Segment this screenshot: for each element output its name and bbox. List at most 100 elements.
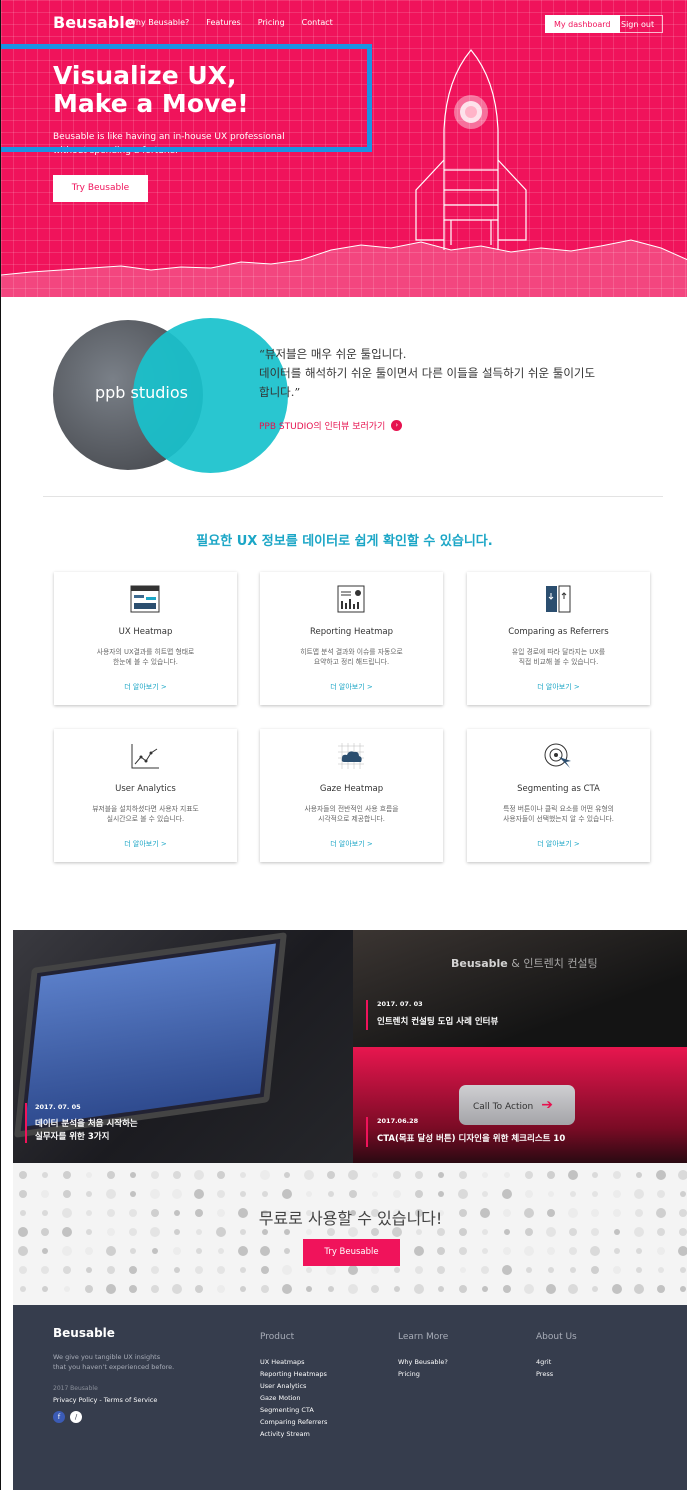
pattern-dot xyxy=(636,1172,642,1178)
pattern-dot xyxy=(348,1265,358,1275)
pattern-dot xyxy=(194,1189,204,1199)
learn-more-link[interactable]: 더 알아보기 > xyxy=(467,839,650,849)
slash-icon[interactable]: / xyxy=(70,1411,82,1423)
pattern-dot xyxy=(614,1248,620,1254)
pattern-dot xyxy=(240,1286,246,1292)
call-to-action-image-button: Call To Action ➔ xyxy=(459,1085,575,1125)
footer-link[interactable]: 4grit xyxy=(536,1356,577,1368)
pattern-dot xyxy=(570,1267,576,1273)
page: Beusable Why Beusable? Features Pricing … xyxy=(0,0,687,1490)
post-title-line1: 데이터 분석을 처음 시작하는 xyxy=(35,1119,138,1129)
post-title[interactable]: 데이터 분석을 처음 시작하는 실무자를 위한 3가지 xyxy=(35,1118,138,1144)
interview-link[interactable]: PPB STUDIO의 인터뷰 보러가기 › xyxy=(259,419,403,432)
footer-col-heading: Learn More xyxy=(398,1332,449,1342)
learn-more-link[interactable]: 더 알아보기 > xyxy=(467,682,650,692)
pattern-dot xyxy=(129,1228,137,1236)
learn-more-link[interactable]: 더 알아보기 > xyxy=(54,839,237,849)
pattern-dot xyxy=(393,1171,401,1179)
footer-link[interactable]: Gaze Motion xyxy=(260,1392,327,1404)
footer-link[interactable]: Why Beusable? xyxy=(398,1356,448,1368)
pattern-dot xyxy=(106,1189,116,1199)
pattern-dot xyxy=(569,1247,577,1255)
pattern-dot xyxy=(238,1246,248,1256)
my-dashboard-button[interactable]: My dashboard xyxy=(545,15,620,33)
sign-out-button[interactable]: Sign out xyxy=(612,15,664,33)
blog-post-intrench[interactable] xyxy=(353,930,687,1047)
nav-link-contact[interactable]: Contact xyxy=(302,18,333,27)
pattern-dot xyxy=(437,1247,445,1255)
feature-card-reporting-heatmap[interactable]: Reporting Heatmap 히트맵 분석 결과와 이슈를 자동으로 요약하… xyxy=(260,572,443,705)
beusable-logo[interactable]: Beusable xyxy=(53,13,136,32)
pattern-dot xyxy=(152,1248,158,1254)
nav-link-why[interactable]: Why Beusable? xyxy=(128,18,189,27)
pattern-dot xyxy=(41,1266,49,1274)
footer-link[interactable]: UX Heatmaps xyxy=(260,1356,327,1368)
pattern-dot xyxy=(657,1228,665,1236)
learn-more-link[interactable]: 더 알아보기 > xyxy=(54,682,237,692)
free-signup-section: 무료로 사용할 수 있습니다! Try Beusable xyxy=(13,1163,687,1305)
pattern-dot xyxy=(634,1284,644,1294)
footer-col-learn: Learn More Why Beusable? Pricing xyxy=(398,1332,448,1380)
pattern-dot xyxy=(636,1267,642,1273)
pattern-dot xyxy=(371,1285,379,1293)
pattern-dot xyxy=(591,1228,599,1236)
hero-try-button[interactable]: Try Beusable xyxy=(53,175,148,202)
nav-link-pricing[interactable]: Pricing xyxy=(258,18,285,27)
policy-links[interactable]: Privacy Policy - Terms of Service xyxy=(53,1396,157,1404)
pattern-dot xyxy=(129,1266,137,1274)
pattern-dot xyxy=(414,1284,424,1294)
facebook-icon[interactable]: f xyxy=(53,1411,65,1423)
pattern-dot xyxy=(304,1170,314,1180)
intrench-tag-rest: & 인트렌치 컨설팅 xyxy=(507,957,598,970)
feature-card-segmenting-cta[interactable]: Segmenting as CTA 특정 버튼이나 클릭 요소를 어떤 유형의 사… xyxy=(467,729,650,862)
card-desc-line1: 뷰저블을 설치하셨다면 사용자 지표도 xyxy=(92,805,199,813)
feature-card-user-analytics[interactable]: User Analytics 뷰저블을 설치하셨다면 사용자 지표도 실시간으로 … xyxy=(54,729,237,862)
footer-link[interactable]: Pricing xyxy=(398,1368,448,1380)
pattern-dot xyxy=(196,1248,202,1254)
feature-card-ux-heatmap[interactable]: UX Heatmap 사용자의 UX결과를 히트맵 형태로 한눈에 볼 수 있습니… xyxy=(54,572,237,705)
card-desc-line2: 요약하고 정리 해드립니다. xyxy=(313,658,390,666)
pattern-dot xyxy=(107,1228,115,1236)
interview-link-label: PPB STUDIO의 인터뷰 보러가기 xyxy=(259,422,386,432)
nav-link-features[interactable]: Features xyxy=(206,18,240,27)
pattern-dot xyxy=(679,1228,687,1236)
pattern-dot xyxy=(150,1189,160,1199)
pattern-dot xyxy=(394,1286,400,1292)
pattern-dot xyxy=(416,1229,422,1235)
footer-link[interactable]: Segmenting CTA xyxy=(260,1404,327,1416)
pattern-dot xyxy=(240,1172,246,1178)
pattern-dot xyxy=(194,1170,204,1180)
pattern-dot xyxy=(548,1267,554,1273)
pattern-dot xyxy=(482,1191,488,1197)
footer-link[interactable]: Comparing Referrers xyxy=(260,1416,327,1428)
post-title[interactable]: CTA(목표 달성 버튼) 디자인을 위한 체크리스트 10 xyxy=(377,1133,565,1146)
footer-link[interactable]: Reporting Heatmaps xyxy=(260,1368,327,1380)
card-title: Reporting Heatmap xyxy=(309,627,394,637)
pattern-dot xyxy=(282,1284,292,1294)
pattern-dot xyxy=(482,1248,488,1254)
feature-card-comparing-referrers[interactable]: Comparing as Referrers 유입 경로에 따라 달라지는 UX… xyxy=(467,572,650,705)
footer-link[interactable]: Activity Stream xyxy=(260,1428,327,1440)
footer-logo[interactable]: Beusable xyxy=(53,1326,115,1340)
pattern-dot xyxy=(20,1286,26,1292)
pattern-dot xyxy=(613,1190,621,1198)
post-title-line2: 실무자를 위한 3가지 xyxy=(35,1132,110,1142)
free-try-button[interactable]: Try Beusable xyxy=(303,1239,400,1266)
footer-link[interactable]: Press xyxy=(536,1368,577,1380)
pattern-dot xyxy=(174,1267,180,1273)
post-accent-bar xyxy=(366,1117,368,1147)
cloud-icon xyxy=(338,743,364,769)
card-desc-line1: 유입 경로에 따라 달라지는 UX를 xyxy=(511,648,606,656)
footer: Beusable We give you tangible UX insight… xyxy=(13,1305,687,1490)
pattern-dot xyxy=(261,1285,269,1293)
footer-link[interactable]: User Analytics xyxy=(260,1380,327,1392)
pattern-dot xyxy=(504,1172,510,1178)
learn-more-link[interactable]: 더 알아보기 > xyxy=(260,839,443,849)
pattern-dot xyxy=(306,1191,312,1197)
learn-more-link[interactable]: 더 알아보기 > xyxy=(260,682,443,692)
pattern-dot xyxy=(547,1247,555,1255)
card-desc-line1: 사용자의 UX결과를 히트맵 형태로 xyxy=(96,648,195,656)
feature-card-gaze-heatmap[interactable]: Gaze Heatmap 사용자들의 전반적인 사용 흐름을 시각적으로 제공합니… xyxy=(260,729,443,862)
post-title[interactable]: 인트렌치 컨설팅 도입 사례 인터뷰 xyxy=(377,1016,498,1029)
card-title: Gaze Heatmap xyxy=(319,784,384,794)
